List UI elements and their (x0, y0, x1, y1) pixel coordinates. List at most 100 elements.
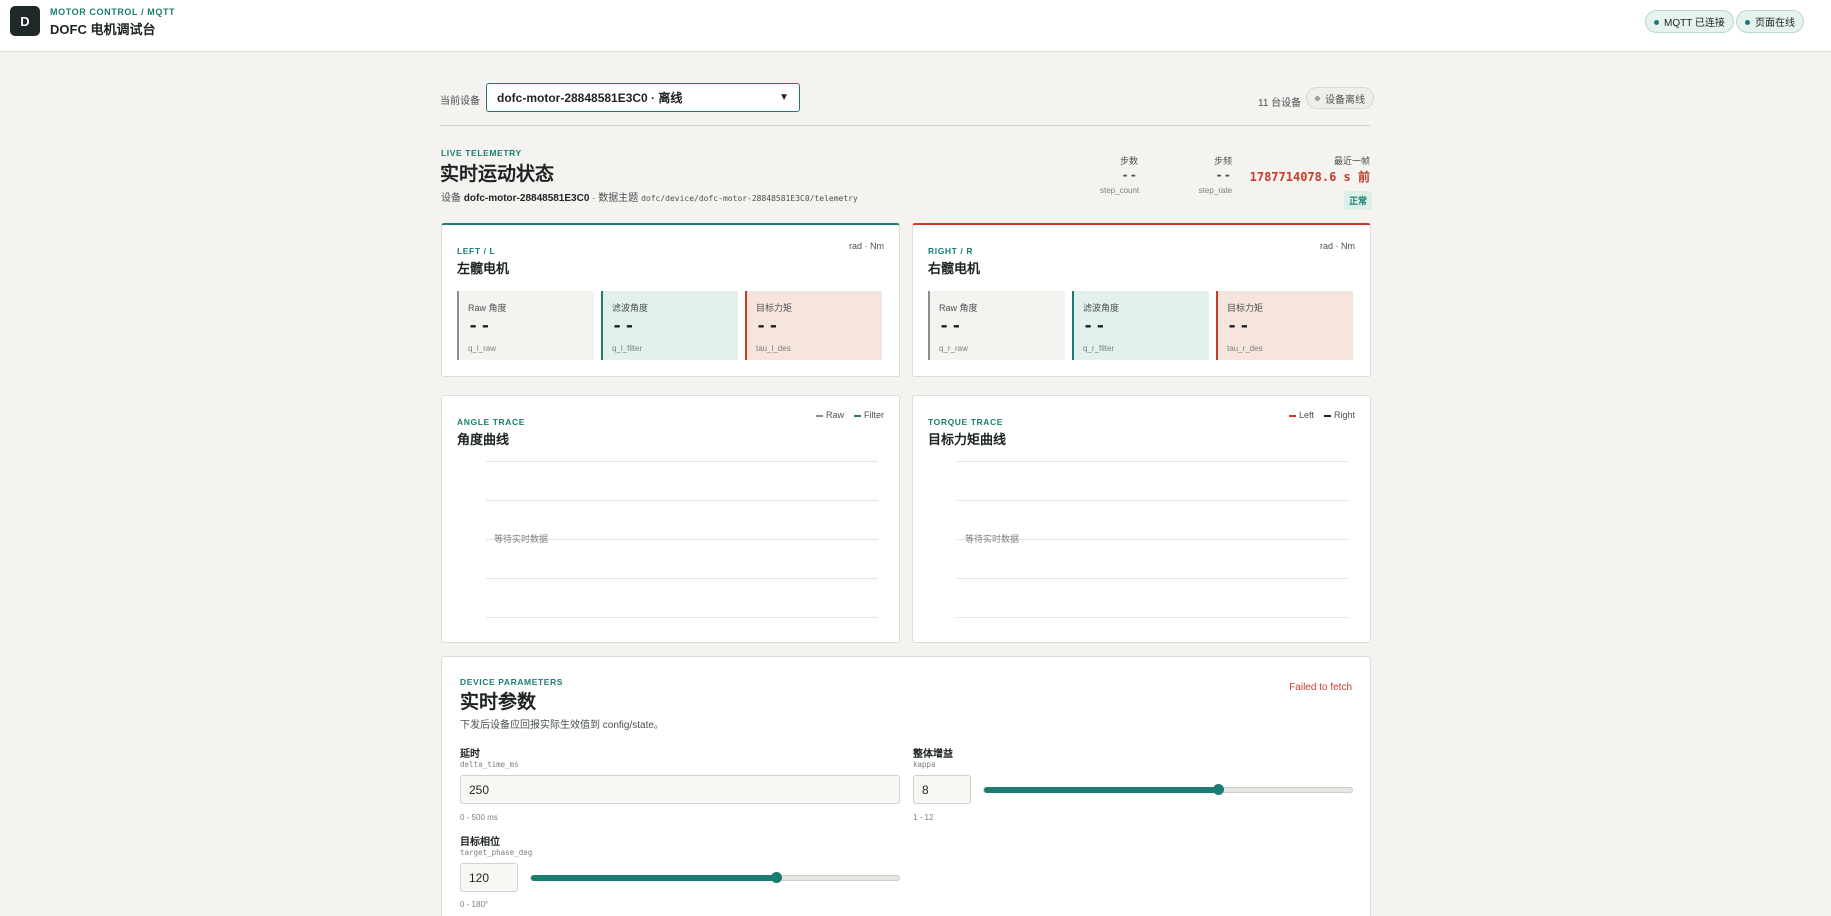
stat-value: -- (1215, 168, 1232, 182)
stat-label: 步数 (1119, 156, 1138, 166)
device-select-value: dofc-motor-28848581E3C0 · 离线 (497, 91, 683, 105)
chevron-down-icon: ▼ (779, 92, 789, 103)
grid-line (957, 500, 1349, 501)
delay-input[interactable]: 250 (460, 775, 900, 804)
brand-kicker: MOTOR CONTROL / MQTT (50, 7, 176, 17)
stat-label: 最近一帧 (1333, 156, 1370, 166)
metric-key: tau_r_des (1227, 344, 1263, 353)
grid-line (486, 617, 878, 618)
legend-item-filter: Filter (854, 410, 884, 420)
grid-line (486, 461, 878, 462)
page-status-text: 页面在线 (1755, 18, 1795, 29)
delay-label: 延时 (460, 749, 480, 760)
metric-value: -- (1083, 316, 1108, 336)
device-select-label: 当前设备 (440, 96, 480, 107)
right-motor-card: RIGHT / R 右髋电机 rad · Nm Raw 角度 -- q_r_ra… (912, 223, 1371, 377)
stat-steps: 步数 -- step_count (1100, 154, 1139, 195)
top-bar: D MOTOR CONTROL / MQTT DOFC 电机调试台 MQTT 已… (0, 0, 1831, 52)
card-unit: rad · Nm (1319, 241, 1355, 251)
delay-key: delta_time_ms (460, 760, 519, 769)
status-dot-icon (1315, 96, 1320, 101)
card-kicker: RIGHT / R (928, 246, 974, 256)
chart-kicker: TORQUE TRACE (928, 417, 1004, 427)
legend-item-left: Left (1288, 410, 1314, 420)
card-unit: rad · Nm (848, 241, 884, 251)
phase-input[interactable]: 120 (460, 863, 518, 892)
slider-fill (984, 787, 1219, 793)
left-motor-card: LEFT / L 左髋电机 rad · Nm Raw 角度 -- q_l_raw… (441, 223, 900, 377)
stat-label: 步频 (1213, 156, 1232, 166)
telemetry-subtitle: 设备 dofc-motor-28848581E3C0 · 数据主题 dofc/d… (441, 189, 858, 204)
metric-target-torque: 目标力矩 -- tau_l_des (745, 291, 882, 360)
telemetry-kicker: LIVE TELEMETRY (441, 148, 522, 158)
slider-fill (531, 875, 777, 881)
stat-value: 1787714078.6 s 前 (1249, 170, 1370, 184)
mqtt-status-badge: MQTT 已连接 (1645, 10, 1734, 33)
chart-empty-message: 等待实时数据 (965, 534, 1020, 544)
telemetry-device-id: dofc-motor-28848581E3C0 (463, 193, 590, 204)
grid-line (486, 578, 878, 579)
torque-trace-card: TORQUE TRACE 目标力矩曲线 Left Right 等待实时数据 (912, 395, 1371, 643)
stat-value: -- (1121, 168, 1138, 182)
params-title: 实时参数 (460, 692, 537, 713)
phase-slider[interactable] (530, 872, 900, 883)
chart-legend: Raw Filter (815, 410, 884, 420)
device-prefix: 设备 (441, 193, 461, 204)
kappa-range: 1 - 12 (913, 813, 934, 822)
metric-label: 目标力矩 (1227, 303, 1264, 313)
slider-thumb[interactable] (771, 872, 783, 883)
metric-value: -- (939, 316, 964, 336)
metric-label: 目标力矩 (756, 303, 793, 313)
kappa-input[interactable]: 8 (913, 775, 971, 804)
metric-value: -- (1227, 316, 1252, 336)
kappa-slider[interactable] (983, 784, 1353, 795)
metric-label: Raw 角度 (468, 303, 507, 313)
grid-line (957, 617, 1349, 618)
metric-key: q_l_filter (612, 344, 643, 353)
fetch-error: Failed to fetch (1289, 682, 1352, 693)
metric-label: 滤波角度 (1083, 303, 1120, 313)
grid-line (957, 461, 1349, 462)
page-status-badge: 页面在线 (1736, 10, 1804, 33)
app-logo: D (10, 6, 40, 36)
stat-last-frame: 最近一帧 1787714078.6 s 前 (1240, 154, 1370, 185)
grid-line (957, 578, 1349, 579)
metric-value: -- (612, 316, 637, 336)
delay-range: 0 - 500 ms (460, 813, 498, 822)
phase-key: target_phase_deg (460, 848, 533, 857)
card-kicker: LEFT / L (457, 246, 496, 256)
telemetry-topic: dofc/device/dofc-motor-28848581E3C0/tele… (641, 194, 858, 203)
chart-legend: Left Right (1288, 410, 1355, 420)
device-select[interactable]: dofc-motor-28848581E3C0 · 离线 ▼ (486, 83, 800, 112)
phase-label: 目标相位 (460, 837, 500, 848)
stat-key: step_rate (1198, 186, 1232, 195)
metric-filter-angle: 滤波角度 -- q_r_filter (1072, 291, 1209, 360)
chart-title: 角度曲线 (457, 432, 510, 447)
metric-value: -- (756, 316, 781, 336)
telemetry-title: 实时运动状态 (440, 164, 555, 185)
device-count: 11 台设备 (1258, 98, 1302, 109)
device-state-text: 设备离线 (1325, 94, 1365, 106)
card-title: 左髋电机 (457, 261, 510, 276)
angle-trace-card: ANGLE TRACE 角度曲线 Raw Filter 等待实时数据 (441, 395, 900, 643)
grid-line (486, 500, 878, 501)
chart-kicker: ANGLE TRACE (457, 417, 525, 427)
status-dot-icon (1654, 20, 1659, 25)
stat-rate: 步频 -- step_rate (1192, 154, 1232, 195)
mqtt-status-text: MQTT 已连接 (1664, 18, 1725, 29)
divider (440, 125, 1370, 126)
metric-raw-angle: Raw 角度 -- q_l_raw (457, 291, 594, 360)
device-state-badge: 设备离线 (1306, 87, 1374, 109)
metric-key: q_r_raw (939, 344, 968, 353)
device-params-card: DEVICE PARAMETERS 实时参数 下发后设备应回报实际生效值到 co… (441, 656, 1371, 916)
metric-key: q_l_raw (468, 344, 497, 353)
status-badge: 正常 (1344, 191, 1373, 210)
kappa-key: kappa (913, 760, 936, 769)
metric-key: q_r_filter (1083, 344, 1115, 353)
metric-filter-angle: 滤波角度 -- q_l_filter (601, 291, 738, 360)
app-title: DOFC 电机调试台 (50, 22, 156, 37)
phase-range: 0 - 180° (460, 900, 489, 909)
params-description: 下发后设备应回报实际生效值到 config/state。 (460, 720, 664, 731)
slider-thumb[interactable] (1213, 784, 1225, 795)
metric-raw-angle: Raw 角度 -- q_r_raw (928, 291, 1065, 360)
